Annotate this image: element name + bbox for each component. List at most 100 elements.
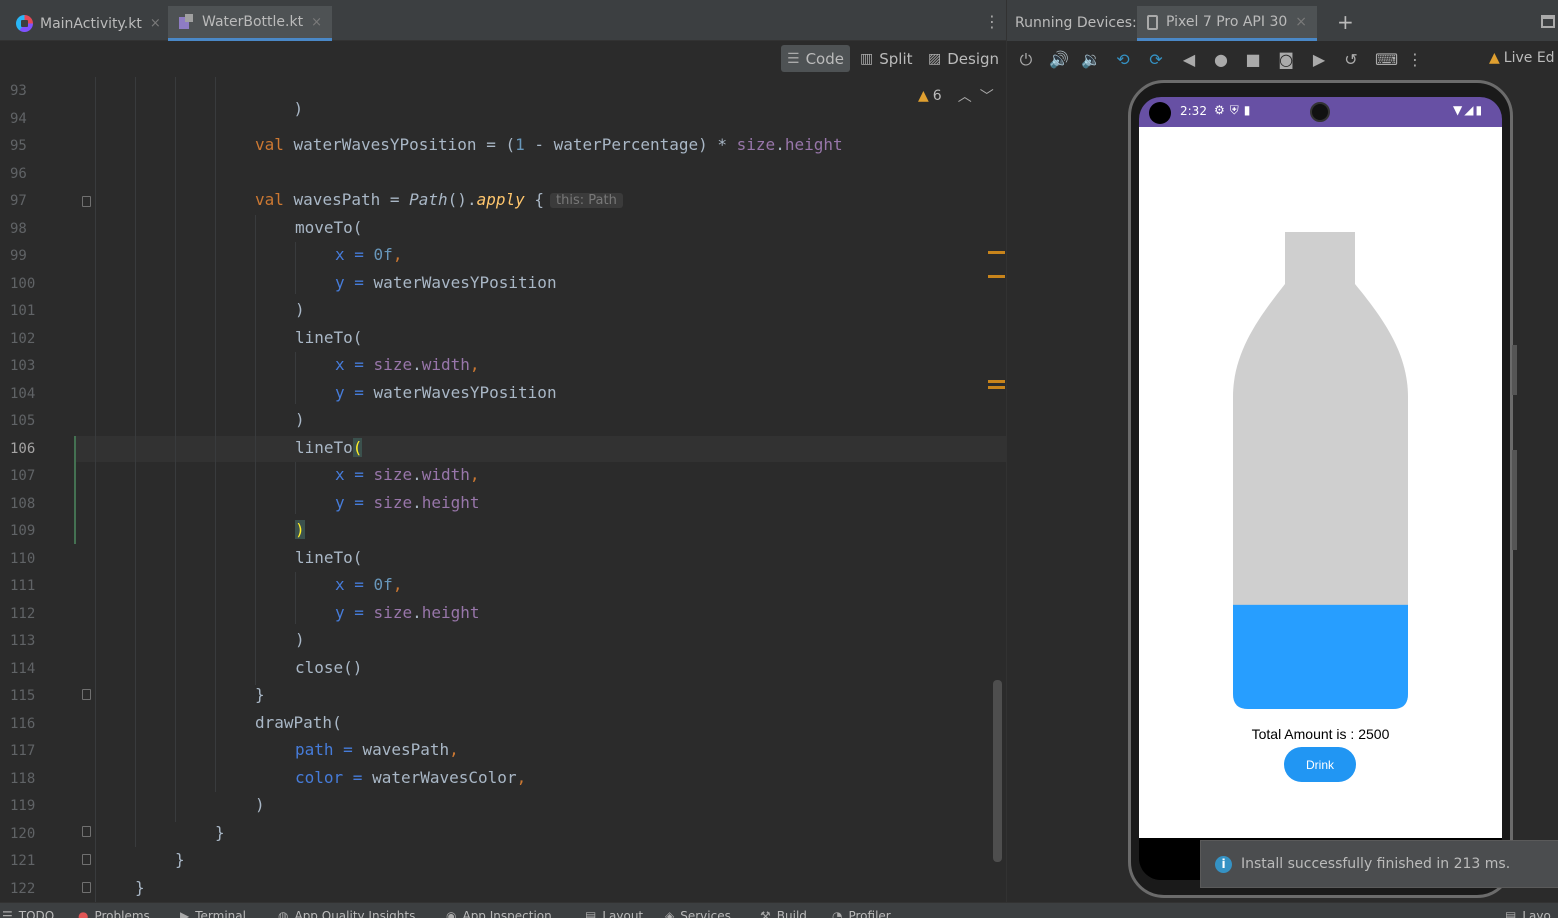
screen-record-icon[interactable]: ▶ [1309, 50, 1329, 69]
status-time: 2:32 [1180, 104, 1207, 118]
close-icon[interactable]: × [1295, 14, 1307, 30]
tab-mainactivity[interactable]: MainActivity.kt × [16, 6, 161, 41]
fold-marker-icon[interactable] [82, 196, 91, 207]
warning-stripe-mark[interactable] [988, 380, 1005, 383]
line-number: 103 [10, 358, 36, 374]
token-comma: , [449, 740, 459, 759]
line-number: 97 [10, 193, 27, 209]
code-line-115: } [255, 685, 265, 704]
tab-waterbottle[interactable]: WaterBottle.kt × [168, 6, 332, 41]
install-notification[interactable]: i Install successfully finished in 213 m… [1200, 840, 1558, 888]
hammer-icon: ⚒ [760, 909, 771, 918]
line-number: 108 [10, 496, 36, 512]
line-number: 93 [10, 83, 27, 99]
warning-stripe-mark[interactable] [988, 275, 1005, 278]
fold-marker-icon[interactable] [82, 854, 91, 865]
token-number: 0f [373, 575, 393, 594]
tabs-menu-icon[interactable]: ⋮ [984, 12, 1000, 31]
phone-side-button [1512, 450, 1517, 550]
fold-marker-icon[interactable] [82, 689, 91, 700]
token: close() [295, 658, 363, 677]
split-view-button[interactable]: ▥ Split [854, 45, 919, 72]
layout-tool-button[interactable]: ▤ Layout [585, 909, 643, 918]
reset-icon[interactable]: ↺ [1341, 50, 1361, 69]
maximize-icon[interactable] [1541, 15, 1555, 28]
rotate-right-icon[interactable]: ⟳ [1146, 50, 1166, 69]
build-tool-button[interactable]: ⚒ Build [760, 909, 807, 918]
token: (). [447, 190, 477, 209]
fold-marker-icon[interactable] [82, 826, 91, 837]
phone-side-button [1512, 345, 1517, 395]
overview-icon[interactable]: ■ [1243, 50, 1263, 69]
rotate-left-icon[interactable]: ⟲ [1113, 50, 1133, 69]
terminal-icon: ▶ [180, 909, 190, 918]
token-property: size [736, 135, 776, 154]
drink-button[interactable]: Drink [1284, 747, 1356, 782]
warning-stripe-mark[interactable] [988, 386, 1005, 389]
tool-label: App Quality Insights [294, 909, 416, 918]
chevron-up-icon[interactable]: ︿ [958, 86, 972, 106]
problems-tool-button[interactable]: ● Problems [78, 909, 150, 918]
terminal-tool-button[interactable]: ▶ Terminal [180, 909, 246, 918]
fold-marker-icon[interactable] [82, 882, 91, 893]
add-device-button[interactable]: + [1337, 10, 1354, 34]
token-param: y [335, 603, 345, 622]
line-number: 122 [10, 881, 36, 897]
globe-icon: ◍ [278, 909, 289, 918]
layout-inspector-tool-button[interactable]: ▤ Layo [1505, 909, 1551, 918]
token: { [524, 190, 545, 209]
app-quality-tool-button[interactable]: ◍ App Quality Insights [278, 909, 415, 918]
power-icon[interactable]: ⏻ [1016, 50, 1036, 70]
screenshot-icon[interactable]: ◙ [1276, 50, 1296, 69]
warning-stripe-mark[interactable] [988, 251, 1005, 254]
live-edit-label: Live Ed [1503, 50, 1555, 66]
code-line-116: drawPath( [255, 713, 342, 732]
line-number: 111 [10, 578, 36, 594]
inspection-widget[interactable]: ▲ 6 ︿ ﹀ [918, 86, 994, 106]
sd-card-icon: ▮ [1243, 103, 1256, 117]
close-icon[interactable]: × [311, 15, 322, 30]
home-icon[interactable]: ● [1211, 50, 1231, 69]
token-property: height [421, 493, 480, 512]
profiler-tool-button[interactable]: ◔ Profiler [832, 909, 891, 918]
token: . [775, 135, 785, 154]
editor-tab-bar: MainActivity.kt × WaterBottle.kt × ⋮ [0, 0, 1006, 41]
design-view-button[interactable]: ▨ Design [922, 45, 1005, 72]
line-number: 107 [10, 468, 36, 484]
code-line-108: y = size.height [335, 493, 480, 512]
editor-scrollbar[interactable] [993, 680, 1002, 862]
token-param: = [344, 355, 374, 374]
settings-icon: ⚙ [1214, 103, 1230, 117]
todo-tool-button[interactable]: ☰ TODO [2, 909, 54, 918]
volume-up-icon[interactable]: 🔊 [1049, 50, 1069, 69]
front-camera [1310, 102, 1330, 122]
line-number: 121 [10, 853, 36, 869]
token-param: y [335, 273, 345, 292]
more-icon[interactable]: ⋮ [1405, 50, 1425, 69]
phone-screen[interactable]: 2:32 ⚙⛨▮ ▼◢▮ Total Amount is : 2500 Drin… [1139, 97, 1502, 880]
token-property: size [373, 355, 413, 374]
app-inspection-tool-button[interactable]: ◉ App Inspection [446, 909, 552, 918]
back-icon[interactable]: ◀ [1179, 50, 1199, 69]
device-icon [1147, 14, 1158, 30]
chevron-down-icon[interactable]: ﹀ [980, 86, 994, 106]
warning-icon: ▲ [1489, 50, 1500, 66]
token-brace-match: ( [352, 438, 363, 457]
token-comma: , [392, 245, 403, 264]
tool-label: Terminal [195, 909, 246, 918]
indent-guide [95, 77, 96, 902]
line-number: 119 [10, 798, 36, 814]
close-icon[interactable]: × [150, 16, 161, 31]
tab-pixel-7-pro[interactable]: Pixel 7 Pro API 30 × [1137, 6, 1317, 41]
editor-view-toggles: ☰ Code ▥ Split ▨ Design [0, 41, 1006, 77]
token: . [412, 355, 422, 374]
code-view-button[interactable]: ☰ Code [781, 45, 850, 72]
token-keyword: val [255, 135, 284, 154]
change-marker [74, 436, 76, 544]
volume-down-icon[interactable]: 🔉 [1081, 50, 1101, 69]
line-number: 100 [10, 276, 36, 292]
services-tool-button[interactable]: ◈ Services [665, 909, 731, 918]
keyboard-icon[interactable]: ⌨ [1375, 50, 1398, 69]
live-edit-status[interactable]: ▲ Live Ed [1489, 50, 1555, 66]
running-devices-label: Running Devices: [1015, 15, 1137, 31]
